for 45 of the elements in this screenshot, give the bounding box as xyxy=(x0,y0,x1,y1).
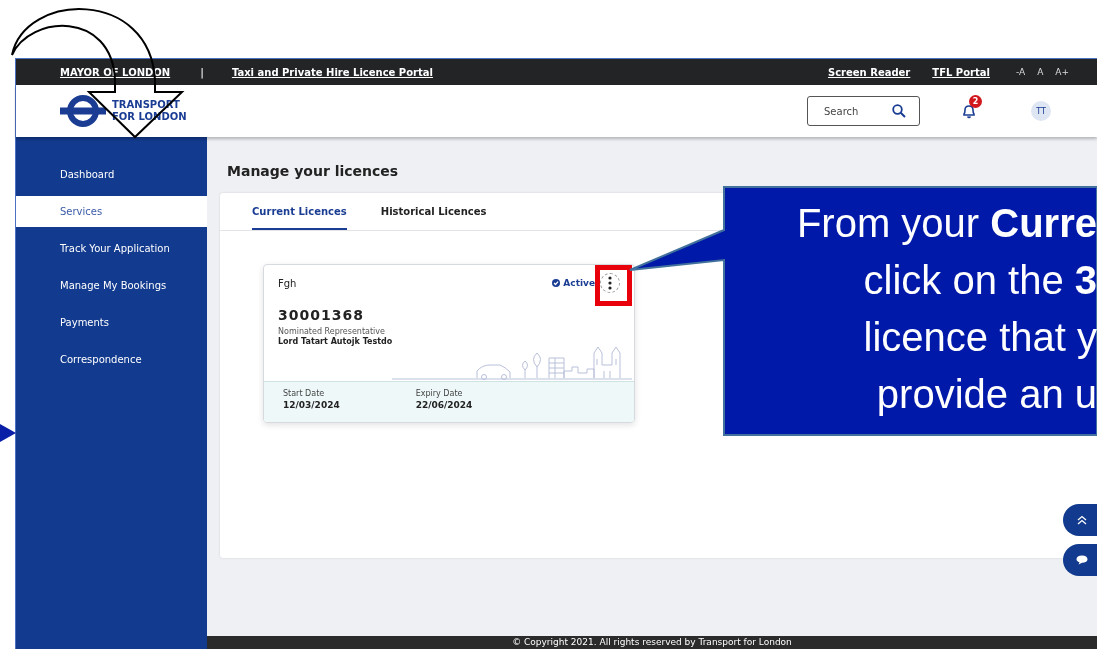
text-size-button[interactable]: -A xyxy=(1011,67,1030,77)
search-field[interactable]: Search xyxy=(807,96,920,126)
sidebar-item[interactable]: Manage My Bookings xyxy=(16,270,207,301)
top-link[interactable]: Taxi and Private Hire Licence Portal xyxy=(231,66,433,78)
check-circle-icon xyxy=(552,279,561,287)
search-icon[interactable] xyxy=(892,104,906,118)
bell-icon[interactable] xyxy=(962,103,976,119)
chevrons-up-icon[interactable] xyxy=(1077,515,1087,525)
date-label: Expiry Date xyxy=(415,389,464,398)
separator-text: | xyxy=(200,65,204,79)
tab[interactable]: Current Licences xyxy=(252,193,347,230)
holder-name: Lord Tatart Autojk Testdo xyxy=(278,337,394,346)
status-text: Active xyxy=(563,278,595,288)
sidebar-item[interactable]: Dashboard xyxy=(16,159,207,190)
callout-text: licence that y xyxy=(863,314,1097,361)
copyright-text: © Copyright 2021. All rights reserved by Transport for London xyxy=(512,636,792,649)
user-avatar[interactable]: TT xyxy=(1031,101,1051,121)
role-text: Nominated Representative xyxy=(278,327,386,336)
roundel-logo-icon xyxy=(60,94,106,128)
top-link[interactable]: TFL Portal xyxy=(932,66,990,78)
more-options-button[interactable] xyxy=(600,273,620,293)
sidebar-item[interactable]: Correspondence xyxy=(16,344,207,375)
speech-bubble-icon[interactable] xyxy=(1076,555,1088,565)
licence-name: Fgh xyxy=(278,277,297,289)
licence-card[interactable]: Fgh Active 30001368 Nominated Representative Lord Tatart Autojk Testdo Start Date 12/03/2024 Expiry Date 22/06/2024 xyxy=(263,264,635,423)
tab[interactable]: Historical Licences xyxy=(380,193,487,230)
date-label: Start Date xyxy=(283,389,326,398)
text-size-button[interactable]: A+ xyxy=(1051,67,1073,77)
notification-badge: 2 xyxy=(969,94,982,108)
vertical-dots-icon[interactable] xyxy=(608,276,612,290)
callout-text: From your Curre xyxy=(796,200,1097,247)
sidebar-item[interactable]: Payments xyxy=(16,307,207,338)
chat-button[interactable] xyxy=(1063,544,1097,576)
start-date: 12/03/2024 xyxy=(283,400,340,410)
callout-text: provide an u xyxy=(876,371,1097,418)
sidebar-item[interactable]: Track Your Application xyxy=(16,233,207,264)
licence-number: 30001368 xyxy=(278,307,365,323)
page-title: Manage your licences xyxy=(227,163,400,179)
text-size-button[interactable]: A xyxy=(1033,67,1048,77)
sidebar-item[interactable]: Services xyxy=(16,196,207,227)
expiry-date: 22/06/2024 xyxy=(415,400,473,410)
scroll-top-button[interactable] xyxy=(1063,504,1097,536)
callout-text: click on the 3 xyxy=(863,257,1097,304)
callout-pointer-icon xyxy=(0,424,16,442)
top-link[interactable]: Screen Reader xyxy=(827,66,911,78)
